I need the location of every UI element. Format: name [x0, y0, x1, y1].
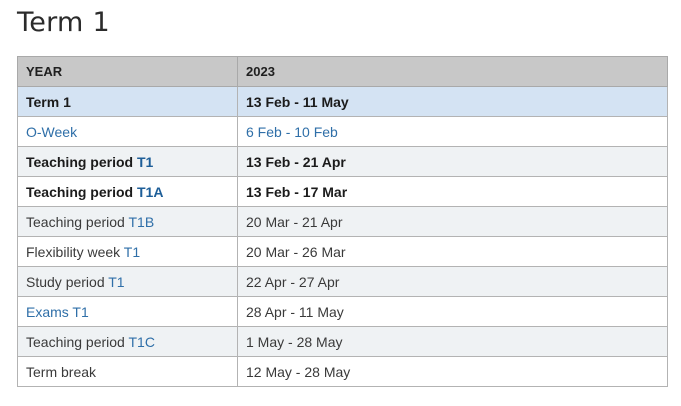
table-row: Teaching period T1C 1 May - 28 May [17, 326, 668, 357]
row-label-text: Teaching period [26, 183, 137, 200]
header-2023: 2023 [237, 56, 668, 87]
o-week-link[interactable]: O-Week [26, 124, 77, 140]
row-label: Teaching period T1 [17, 146, 238, 177]
row-dates: 13 Feb - 11 May [237, 86, 668, 117]
row-label: Teaching period T1A [17, 176, 238, 207]
table-row: Flexibility week T1 20 Mar - 26 Mar [17, 236, 668, 267]
row-label-text: Term break [26, 363, 97, 380]
row-dates: 20 Mar - 26 Mar [237, 236, 668, 267]
row-dates: 28 Apr - 11 May [237, 296, 668, 327]
row-label: O-Week [17, 116, 238, 147]
row-dates: 13 Feb - 17 Mar [237, 176, 668, 207]
t1b-link[interactable]: T1B [128, 214, 154, 230]
row-label-text: Term 1 [26, 93, 71, 110]
row-label: Flexibility week T1 [17, 236, 238, 267]
row-dates[interactable]: 6 Feb - 10 Feb [237, 116, 668, 147]
table-row: Term break 12 May - 28 May [17, 356, 668, 387]
row-label: Term 1 [17, 86, 238, 117]
table-row: Teaching period T1 13 Feb - 21 Apr [17, 146, 668, 177]
row-dates: 1 May - 28 May [237, 326, 668, 357]
table-row: Study period T1 22 Apr - 27 Apr [17, 266, 668, 297]
row-label-text: Teaching period [26, 333, 129, 350]
table-row: O-Week 6 Feb - 10 Feb [17, 116, 668, 147]
row-label-text: Teaching period [26, 153, 137, 170]
t1a-link[interactable]: T1A [137, 184, 163, 200]
row-dates: 20 Mar - 21 Apr [237, 206, 668, 237]
row-label-text: Flexibility week [26, 243, 124, 260]
table-row: Exams T1 28 Apr - 11 May [17, 296, 668, 327]
row-label-text: Teaching period [26, 213, 129, 230]
t1-link[interactable]: T1 [108, 274, 124, 290]
t1c-link[interactable]: T1C [128, 334, 154, 350]
page-title: Term 1 [17, 7, 111, 38]
row-label: Study period T1 [17, 266, 238, 297]
row-label: Teaching period T1B [17, 206, 238, 237]
term-dates-table: YEAR 2023 Term 1 13 Feb - 11 May O-Week … [17, 56, 668, 387]
row-label: Term break [17, 356, 238, 387]
row-dates: 13 Feb - 21 Apr [237, 146, 668, 177]
table-row: Teaching period T1A 13 Feb - 17 Mar [17, 176, 668, 207]
row-label: Exams T1 [17, 296, 238, 327]
row-label-text: Study period [26, 273, 109, 290]
row-dates: 12 May - 28 May [237, 356, 668, 387]
table-row: Teaching period T1B 20 Mar - 21 Apr [17, 206, 668, 237]
table-row: Term 1 13 Feb - 11 May [17, 86, 668, 117]
exams-t1-link[interactable]: Exams T1 [26, 304, 89, 320]
t1-link[interactable]: T1 [137, 154, 153, 170]
t1-link[interactable]: T1 [124, 244, 140, 260]
row-label: Teaching period T1C [17, 326, 238, 357]
row-dates: 22 Apr - 27 Apr [237, 266, 668, 297]
table-header-row: YEAR 2023 [17, 56, 668, 87]
header-year: YEAR [17, 56, 238, 87]
